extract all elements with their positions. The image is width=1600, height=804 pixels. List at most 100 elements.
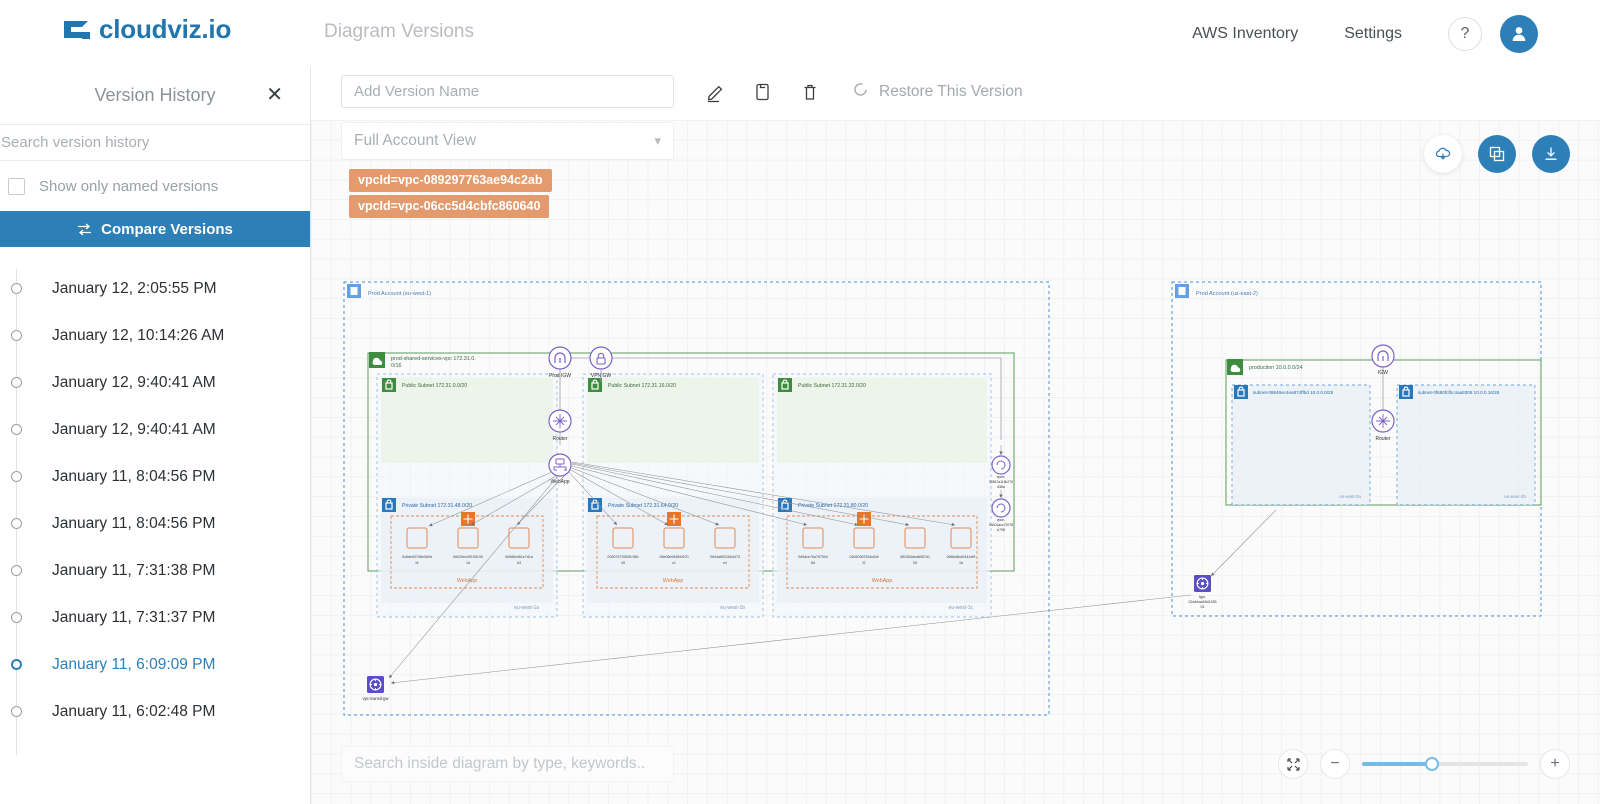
trash-icon[interactable]: [799, 81, 821, 103]
copy-icon[interactable]: [752, 81, 774, 103]
avatar[interactable]: [1500, 14, 1538, 53]
version-dot: [11, 518, 22, 529]
zoom-out-button[interactable]: −: [1320, 749, 1350, 779]
named-versions-filter[interactable]: Show only named versions: [0, 161, 310, 211]
svg-text:06988c961e7d1a: 06988c961e7d1a: [505, 555, 533, 559]
version-list: January 12, 2:05:55 PM January 12, 10:14:…: [0, 247, 310, 755]
svg-text:c1: c1: [672, 561, 676, 565]
nav-settings[interactable]: Settings: [1344, 25, 1402, 43]
svg-text:082454dea8957d1: 082454dea8957d1: [900, 555, 930, 559]
version-dot: [11, 424, 22, 435]
download-icon: [1545, 147, 1557, 160]
nav-aws-inventory[interactable]: AWS Inventory: [1192, 25, 1298, 43]
version-timestamp: January 12, 9:40:41 AM: [52, 420, 216, 438]
svg-text:subnet-0f680fcfbc4aa9308 10.0.: subnet-0f680fcfbc4aa9308 10.0.0.16/28: [1418, 390, 1500, 395]
top-nav-actions: AWS Inventory Settings ?: [1192, 0, 1538, 67]
account-view-value: Full Account View: [354, 132, 477, 149]
chevron-down-icon: ▾: [654, 133, 661, 148]
svg-text:Public Subnet 172.31.0.0/20: Public Subnet 172.31.0.0/20: [402, 383, 467, 389]
svg-text:0c8de93708e3b9d: 0c8de93708e3b9d: [402, 555, 432, 559]
account-view-select[interactable]: Full Account View ▾: [341, 122, 674, 160]
search-version-history-field[interactable]: [0, 124, 310, 161]
cloudviz-logo-icon: [62, 16, 90, 43]
svg-text:Prod Account (us-east-2): Prod Account (us-east-2): [1196, 291, 1258, 297]
svg-text:f4: f4: [416, 561, 419, 565]
diagram-canvas-area: Prod Account (eu-west-1) prod-shared-ser…: [311, 67, 1600, 804]
svg-text:production 10.0.0.0/24: production 10.0.0.0/24: [1249, 365, 1303, 371]
svg-text:Private Subnet 172.31.80.0/20: Private Subnet 172.31.80.0/20: [798, 503, 868, 509]
filter-tag-vpc-2[interactable]: vpcId=vpc-06cc5d4cbfc860640: [349, 195, 550, 218]
svg-text:e4: e4: [723, 561, 727, 565]
version-list-item[interactable]: January 12, 10:14:26 AM: [0, 312, 310, 359]
version-list-item[interactable]: January 11, 8:04:56 PM: [0, 453, 310, 500]
svg-text:b798: b798: [997, 528, 1005, 532]
svg-text:WebApp: WebApp: [663, 578, 684, 584]
version-list-item[interactable]: January 11, 7:31:37 PM: [0, 594, 310, 641]
svg-text:tgw-: tgw-: [1199, 595, 1207, 599]
svg-text:01: 01: [1201, 605, 1205, 609]
version-name-input[interactable]: [341, 75, 674, 108]
svg-text:00847a11ffc270: 00847a11ffc270: [989, 480, 1013, 484]
svg-text:b3: b3: [517, 561, 521, 565]
compare-versions-button[interactable]: Compare Versions: [0, 211, 310, 247]
version-list-item[interactable]: January 12, 9:40:41 AM: [0, 359, 310, 406]
version-list-item[interactable]: January 11, 6:02:48 PM: [0, 688, 310, 735]
svg-text:vpce-: vpce-: [997, 518, 1005, 522]
download-button[interactable]: [1532, 135, 1570, 173]
svg-text:eu-west-1a: eu-west-1a: [514, 605, 539, 611]
close-icon[interactable]: ✕: [266, 85, 283, 105]
version-timestamp: January 11, 6:02:48 PM: [52, 702, 216, 720]
page-title: Diagram Versions: [324, 21, 474, 42]
svg-text:0d9dce76a767904: 0d9dce76a767904: [798, 555, 828, 559]
cloud-download-button[interactable]: [1424, 135, 1462, 173]
svg-text:eu-west-1b: eu-west-1b: [720, 605, 745, 611]
svg-text:WebApp: WebApp: [457, 578, 478, 584]
version-list-item[interactable]: January 11, 7:31:38 PM: [0, 547, 310, 594]
svg-text:1b: 1b: [959, 561, 963, 565]
layers-copy-icon: [1489, 146, 1505, 162]
brand-logo[interactable]: cloudviz.io: [62, 14, 231, 45]
restore-this-version-button[interactable]: Restore This Version: [852, 81, 1023, 103]
svg-text:eu-west-1c: eu-west-1c: [949, 605, 974, 611]
zoom-in-button[interactable]: +: [1540, 749, 1570, 779]
zoom-slider-handle[interactable]: [1424, 757, 1439, 771]
svg-text:06029ec09195190: 06029ec09195190: [453, 555, 483, 559]
version-list-item[interactable]: January 11, 6:09:09 PM: [0, 641, 310, 688]
version-list-item[interactable]: January 11, 8:04:56 PM: [0, 500, 310, 547]
fit-screen-button[interactable]: [1278, 749, 1308, 779]
filter-tag-vpc-1[interactable]: vpcId=vpc-089297763ae94c2ab: [349, 169, 552, 192]
brand-name: cloudviz.io: [99, 14, 232, 44]
version-list-item[interactable]: January 12, 9:40:41 AM: [0, 406, 310, 453]
named-versions-checkbox[interactable]: [8, 177, 25, 195]
fit-screen-icon: [1286, 757, 1300, 771]
svg-text:prod-shared-services-vpc 172.3: prod-shared-services-vpc 172.31.0.: [391, 356, 476, 362]
search-input[interactable]: [0, 125, 310, 160]
cloud-architecture-diagram[interactable]: Prod Account (eu-west-1) prod-shared-ser…: [311, 120, 1600, 804]
svg-text:us-east-2b: us-east-2b: [1504, 494, 1526, 499]
svg-text:Router: Router: [1375, 436, 1390, 442]
version-timestamp: January 11, 8:04:56 PM: [52, 514, 216, 532]
svg-text:05e06b945fb0670: 05e06b945fb0670: [660, 555, 689, 559]
version-history-title: Version History: [94, 85, 216, 105]
version-dot: [11, 612, 22, 623]
svg-text:VPN GW: VPN GW: [591, 373, 612, 379]
diagram-search-input[interactable]: [341, 746, 674, 782]
help-button[interactable]: ?: [1448, 16, 1482, 51]
restore-label: Restore This Version: [879, 83, 1023, 100]
version-list-item[interactable]: January 12, 2:05:55 PM: [0, 265, 310, 312]
zoom-slider[interactable]: [1362, 757, 1528, 771]
zoom-controls: − +: [1278, 749, 1570, 779]
svg-text:0/16: 0/16: [391, 363, 402, 369]
version-dot: [11, 565, 22, 576]
svg-text:WebApp: WebApp: [872, 578, 893, 584]
svg-text:1d: 1d: [466, 561, 470, 565]
duplicate-layers-button[interactable]: [1478, 135, 1516, 173]
svg-text:us-east-2a: us-east-2a: [1339, 494, 1361, 499]
svg-text:vpce-: vpce-: [997, 475, 1005, 479]
version-timestamp: January 11, 7:31:38 PM: [52, 561, 216, 579]
svg-text:02b50987524d2df: 02b50987524d2df: [850, 555, 879, 559]
canvas-action-buttons: [1424, 135, 1570, 173]
svg-text:068bc8bd0441df9: 068bc8bd0441df9: [947, 555, 976, 559]
pencil-icon[interactable]: [705, 81, 727, 103]
svg-text:05: 05: [913, 561, 917, 565]
